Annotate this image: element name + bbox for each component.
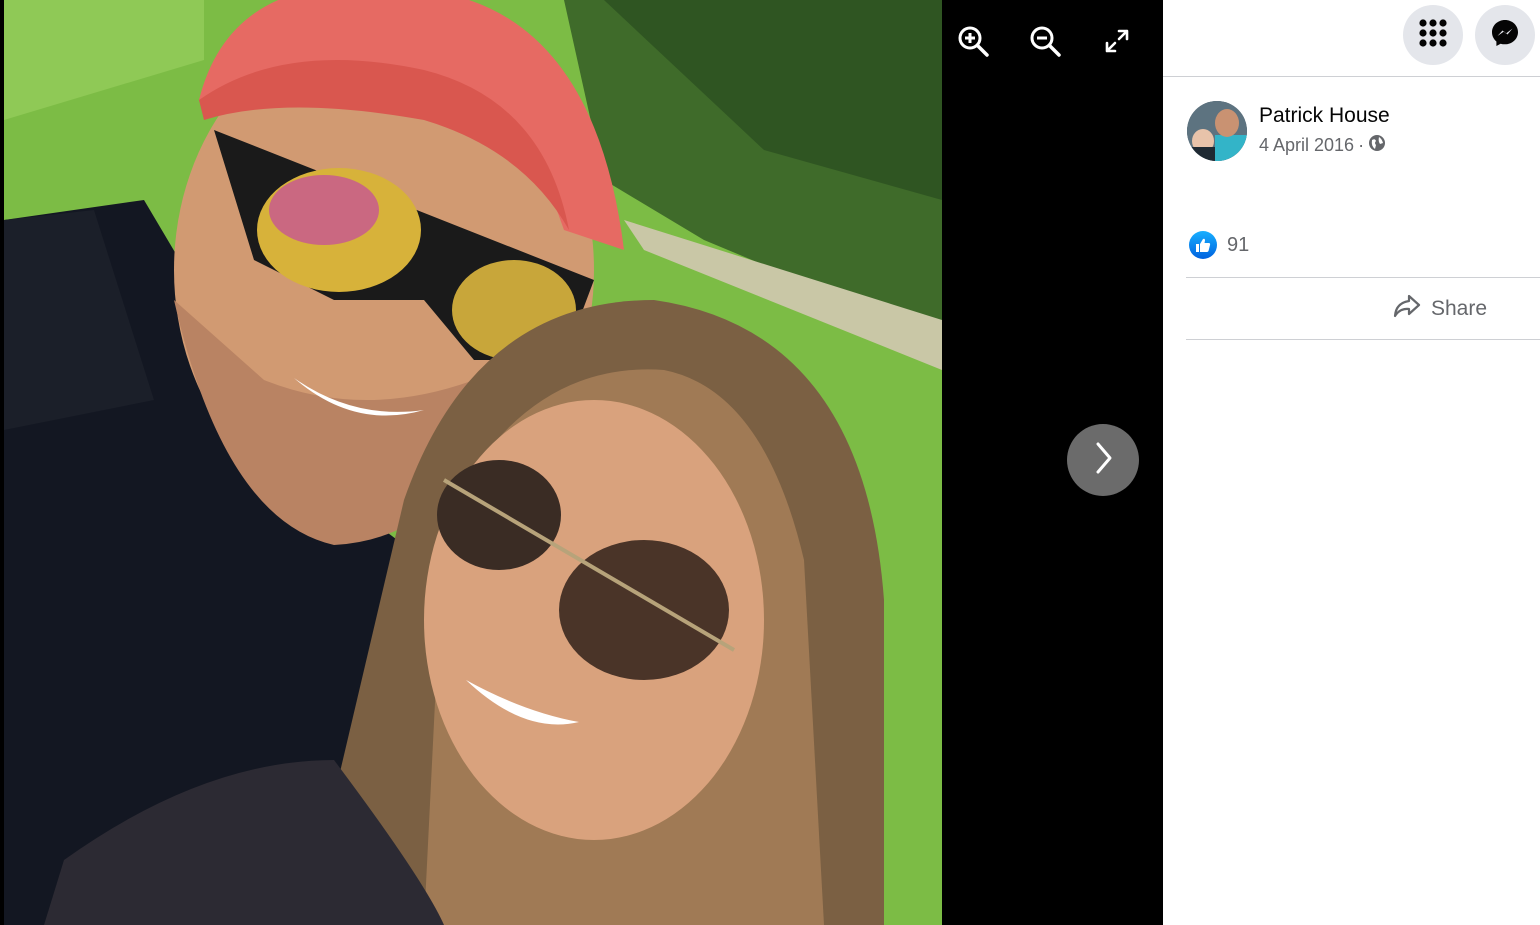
meta-separator: · (1358, 135, 1365, 155)
fullscreen-button[interactable] (1096, 22, 1138, 64)
divider (1186, 277, 1540, 278)
divider (1186, 339, 1540, 340)
reactions-summary[interactable]: 91 (1189, 231, 1249, 259)
zoom-out-button[interactable] (1024, 22, 1066, 64)
like-icon (1189, 231, 1217, 259)
author-name[interactable]: Patrick House (1259, 104, 1390, 128)
zoom-in-icon (956, 24, 990, 63)
post-meta: 4 April 2016 · (1259, 134, 1390, 157)
messenger-button[interactable] (1475, 5, 1535, 65)
post-date[interactable]: 4 April 2016 (1259, 135, 1354, 156)
top-bar (1163, 0, 1540, 77)
share-button[interactable]: Share (1383, 293, 1487, 325)
avatar[interactable] (1187, 101, 1247, 161)
globe-icon (1368, 134, 1386, 157)
zoom-out-icon (1028, 24, 1062, 63)
post-photo (4, 0, 942, 925)
share-icon (1393, 293, 1421, 325)
menu-button[interactable] (1403, 5, 1463, 65)
zoom-in-button[interactable] (952, 22, 994, 64)
fullscreen-icon (1103, 27, 1131, 60)
chevron-right-icon (1089, 440, 1117, 481)
next-photo-button[interactable] (1067, 424, 1139, 496)
reaction-count: 91 (1227, 233, 1250, 256)
messenger-icon (1490, 18, 1520, 53)
share-label: Share (1431, 297, 1488, 320)
grid-menu-icon (1418, 18, 1448, 53)
post-sidebar: Patrick House 4 April 2016 · 91 Share (1163, 0, 1540, 925)
photo-viewer (0, 0, 1163, 925)
post-author: Patrick House 4 April 2016 · (1187, 101, 1390, 161)
